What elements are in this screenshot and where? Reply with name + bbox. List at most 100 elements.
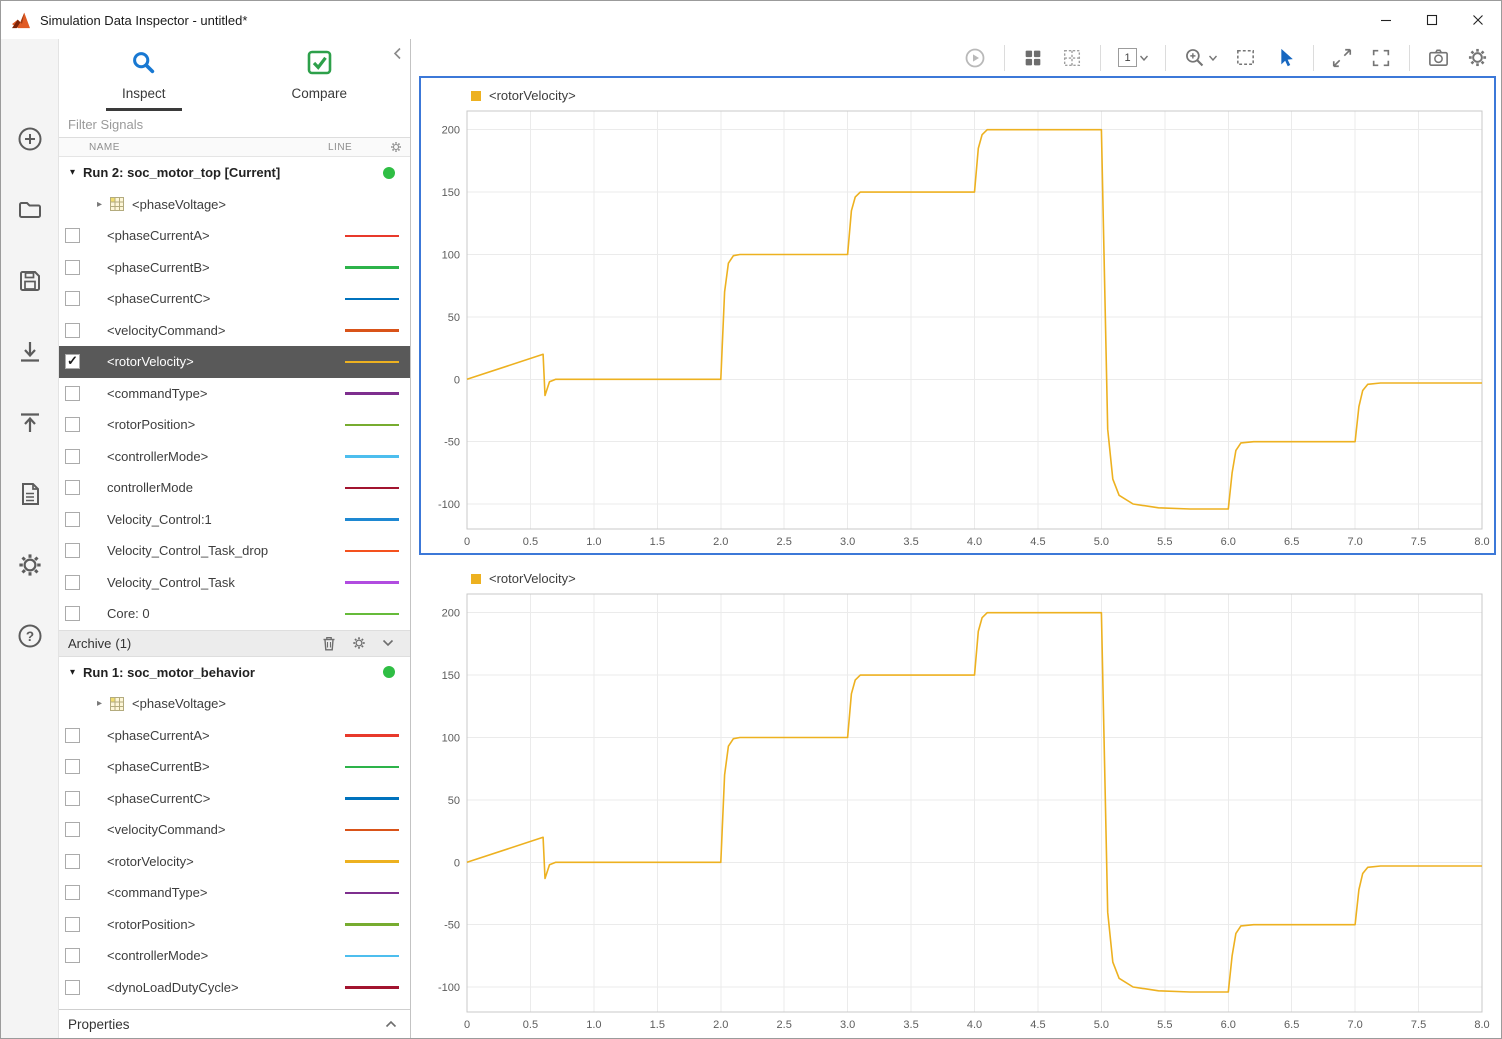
- signal-row[interactable]: <phaseCurrentB>: [59, 252, 410, 284]
- signal-checkbox[interactable]: [65, 353, 80, 370]
- signal-row[interactable]: <phaseCurrentA>: [59, 220, 410, 252]
- properties-bar[interactable]: Properties: [59, 1009, 410, 1038]
- plot[interactable]: 0 0.5 1.0 1.5 2.0 2.5 3.0 3.5 4.0 4.5 5.0 5.5 6.0 6.5…: [421, 588, 1494, 1036]
- line-color-swatch[interactable]: [345, 797, 399, 800]
- line-color-swatch[interactable]: [345, 266, 399, 269]
- signal-checkbox[interactable]: [65, 291, 80, 307]
- signal-row[interactable]: <dynoLoadDutyCycle>: [59, 972, 410, 1004]
- zoom-region-icon[interactable]: [1234, 46, 1257, 69]
- signal-row[interactable]: <rotorPosition>: [59, 409, 410, 441]
- line-color-swatch[interactable]: [345, 234, 399, 237]
- signal-row[interactable]: <rotorVelocity>: [59, 846, 410, 878]
- signal-row[interactable]: Velocity_Control:1: [59, 504, 410, 536]
- line-color-swatch[interactable]: [345, 612, 399, 615]
- chevron-down-icon[interactable]: [382, 639, 394, 647]
- line-color-swatch[interactable]: [345, 734, 399, 737]
- signal-checkbox[interactable]: [65, 916, 80, 932]
- subplot-1[interactable]: <rotorVelocity> 0 0.5 1.0 1.5 2.0 2.5 3.0 3.5 4.0…: [419, 76, 1496, 555]
- signal-checkbox[interactable]: [65, 480, 80, 496]
- add-icon[interactable]: [16, 125, 44, 153]
- trash-icon[interactable]: [322, 636, 336, 651]
- signal-checkbox[interactable]: [65, 511, 80, 527]
- maximize-icon[interactable]: [1409, 1, 1455, 39]
- signal-checkbox[interactable]: [65, 228, 80, 244]
- help-icon[interactable]: ?: [16, 622, 44, 650]
- line-color-swatch[interactable]: [345, 360, 399, 363]
- signal-row[interactable]: <controllerMode>: [59, 940, 410, 972]
- line-color-swatch[interactable]: [345, 581, 399, 584]
- signal-row[interactable]: <velocityCommand>: [59, 814, 410, 846]
- signal-row[interactable]: Velocity_Control_Task_drop: [59, 535, 410, 567]
- line-color-swatch[interactable]: [345, 455, 399, 458]
- signal-checkbox[interactable]: [65, 759, 80, 775]
- export-icon[interactable]: [16, 409, 44, 437]
- signal-checkbox[interactable]: [65, 574, 80, 590]
- replay-icon[interactable]: [963, 46, 987, 70]
- signal-checkbox[interactable]: [65, 727, 80, 743]
- save-icon[interactable]: [16, 267, 44, 295]
- signal-row[interactable]: <phaseCurrentC>: [59, 783, 410, 815]
- signal-checkbox[interactable]: [65, 417, 80, 433]
- expand-group-icon[interactable]: ▸: [97, 698, 102, 709]
- tab-inspect[interactable]: Inspect: [105, 41, 182, 111]
- archive-gear-icon[interactable]: [352, 636, 366, 650]
- settings-gear-icon[interactable]: [1467, 47, 1488, 68]
- line-color-swatch[interactable]: [345, 923, 399, 926]
- column-settings-icon[interactable]: [390, 141, 410, 153]
- line-color-swatch[interactable]: [345, 549, 399, 552]
- line-color-swatch[interactable]: [345, 860, 399, 863]
- signal-row[interactable]: <commandType>: [59, 378, 410, 410]
- line-color-swatch[interactable]: [345, 828, 399, 831]
- signal-checkbox[interactable]: [65, 322, 80, 338]
- snapshot-camera-icon[interactable]: [1427, 46, 1450, 69]
- line-color-swatch[interactable]: [345, 486, 399, 489]
- signal-row[interactable]: <commandType>: [59, 877, 410, 909]
- zoom-icon[interactable]: [1183, 46, 1217, 69]
- line-color-swatch[interactable]: [345, 392, 399, 395]
- signal-checkbox[interactable]: [65, 822, 80, 838]
- signal-row[interactable]: Velocity_Control_Task: [59, 567, 410, 599]
- signal-row[interactable]: <controllerMode>: [59, 441, 410, 473]
- preferences-gear-icon[interactable]: [16, 551, 44, 579]
- signal-row[interactable]: <rotorVelocity>: [59, 346, 410, 378]
- tab-compare[interactable]: Compare: [275, 41, 363, 111]
- signal-row[interactable]: <rotorPosition>: [59, 909, 410, 941]
- signal-row[interactable]: <phaseCurrentC>: [59, 283, 410, 315]
- expand-group-icon[interactable]: ▸: [97, 199, 102, 210]
- signal-checkbox[interactable]: [65, 448, 80, 464]
- signal-checkbox[interactable]: [65, 979, 80, 995]
- report-icon[interactable]: [16, 480, 44, 508]
- signal-checkbox[interactable]: [65, 385, 80, 401]
- run-header[interactable]: ▾ Run 2: soc_motor_top [Current]: [59, 157, 410, 189]
- import-icon[interactable]: [16, 338, 44, 366]
- line-color-swatch[interactable]: [345, 986, 399, 989]
- fit-to-view-icon[interactable]: [1331, 47, 1353, 69]
- line-color-swatch[interactable]: [345, 297, 399, 300]
- plot[interactable]: 0 0.5 1.0 1.5 2.0 2.5 3.0 3.5 4.0 4.5 5.0 5.5 6.0 6.5…: [421, 105, 1494, 553]
- minimize-icon[interactable]: [1363, 1, 1409, 39]
- line-color-swatch[interactable]: [345, 329, 399, 332]
- fullscreen-icon[interactable]: [1370, 47, 1392, 69]
- signal-row[interactable]: controllerMode: [59, 472, 410, 504]
- signal-row[interactable]: Core: 0: [59, 598, 410, 630]
- signal-group-row[interactable]: ▸ <phaseVoltage>: [59, 688, 410, 720]
- signal-checkbox[interactable]: [65, 885, 80, 901]
- subplot-selector[interactable]: 1: [1118, 48, 1148, 67]
- line-color-swatch[interactable]: [345, 954, 399, 957]
- subplot-grid-icon[interactable]: [1061, 47, 1083, 69]
- signal-checkbox[interactable]: [65, 543, 80, 559]
- signal-row[interactable]: <velocityCommand>: [59, 315, 410, 347]
- line-color-swatch[interactable]: [345, 518, 399, 521]
- collapse-panel-icon[interactable]: [393, 47, 402, 65]
- signal-checkbox[interactable]: [65, 259, 80, 275]
- pointer-icon[interactable]: [1274, 47, 1296, 69]
- line-color-swatch[interactable]: [345, 891, 399, 894]
- signal-row[interactable]: <phaseCurrentA>: [59, 720, 410, 752]
- run-header[interactable]: ▾ Run 1: soc_motor_behavior: [59, 657, 410, 689]
- close-icon[interactable]: [1455, 1, 1501, 39]
- signal-group-row[interactable]: ▸ <phaseVoltage>: [59, 189, 410, 221]
- subplot-2[interactable]: <rotorVelocity> 0 0.5 1.0 1.5 2.0 2.5 3.0 3.5 4.0…: [419, 559, 1496, 1038]
- open-folder-icon[interactable]: [16, 196, 44, 224]
- signal-checkbox[interactable]: [65, 948, 80, 964]
- signal-row[interactable]: <phaseCurrentB>: [59, 751, 410, 783]
